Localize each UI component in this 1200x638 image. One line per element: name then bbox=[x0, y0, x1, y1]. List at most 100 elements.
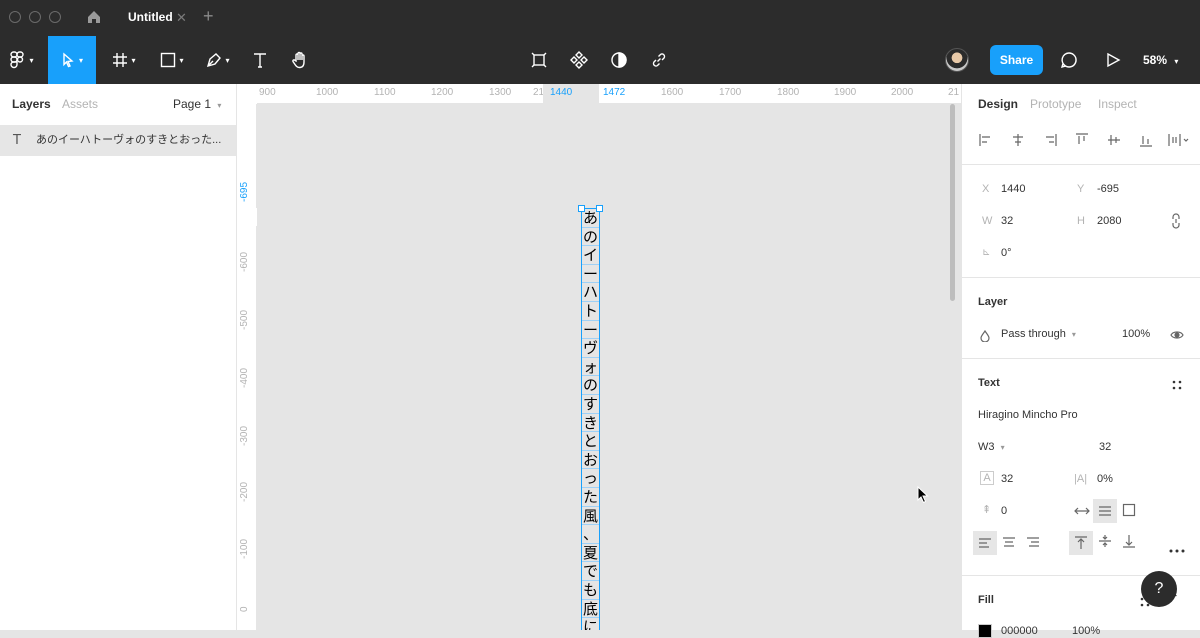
fill-opacity-input[interactable]: 100% bbox=[1072, 625, 1100, 637]
canvas[interactable]: 900 1000 1100 1200 1300 21 1440 1472 160… bbox=[237, 84, 961, 630]
align-bottom-icon[interactable] bbox=[1138, 132, 1154, 153]
font-weight-dropdown[interactable]: W3 ▾ bbox=[978, 441, 1005, 453]
constrain-proportions-icon[interactable] bbox=[1170, 213, 1182, 234]
tab-prototype[interactable]: Prototype bbox=[1030, 97, 1081, 111]
ruler-label-selected-end: 1472 bbox=[603, 87, 626, 98]
ruler-label-selected-start: 1440 bbox=[550, 87, 573, 98]
eye-icon[interactable] bbox=[1170, 328, 1184, 346]
x-input[interactable]: 1440 bbox=[1001, 183, 1025, 195]
crop-frame-icon bbox=[531, 52, 547, 68]
text-glyph: っ bbox=[582, 469, 599, 488]
share-button[interactable]: Share bbox=[990, 45, 1043, 75]
ruler-label: 900 bbox=[259, 87, 276, 98]
text-align-center-icon[interactable] bbox=[1002, 535, 1016, 553]
shape-tool-button[interactable]: ▾ bbox=[152, 36, 192, 84]
chevron-down-icon: ▾ bbox=[1000, 443, 1005, 452]
page-selector[interactable]: Page 1 ▾ bbox=[173, 97, 221, 111]
fill-swatch[interactable] bbox=[978, 624, 992, 638]
text-glyph: 底 bbox=[582, 599, 599, 619]
canvas-scrollbar[interactable] bbox=[950, 104, 955, 301]
avatar[interactable] bbox=[945, 48, 969, 72]
hand-icon bbox=[292, 51, 305, 69]
minimize-window-button[interactable] bbox=[29, 11, 41, 23]
tab-inspect[interactable]: Inspect bbox=[1098, 97, 1137, 111]
ruler-label: -300 bbox=[239, 425, 250, 446]
home-icon[interactable] bbox=[86, 9, 102, 30]
more-options-icon[interactable] bbox=[1169, 540, 1185, 558]
align-text-middle-icon[interactable] bbox=[1098, 534, 1112, 553]
text-glyph: ヴ bbox=[582, 339, 599, 358]
main-menu-button[interactable]: ▾ bbox=[0, 36, 44, 84]
width-input[interactable]: 32 bbox=[1001, 215, 1013, 227]
fill-hex-input[interactable]: 000000 bbox=[1001, 625, 1038, 637]
align-left-icon[interactable] bbox=[978, 132, 994, 153]
resize-handle-top-right[interactable] bbox=[596, 205, 603, 212]
horizontal-ruler: 900 1000 1100 1200 1300 21 1440 1472 160… bbox=[257, 84, 961, 104]
font-size-input[interactable]: 32 bbox=[1099, 441, 1111, 453]
fixed-size-icon[interactable] bbox=[1122, 503, 1136, 522]
chevron-down-icon: ▾ bbox=[131, 55, 136, 65]
present-button[interactable] bbox=[1100, 36, 1126, 84]
align-text-bottom-icon[interactable] bbox=[1122, 534, 1136, 553]
opacity-input[interactable]: 100% bbox=[1122, 328, 1150, 340]
letter-spacing-input[interactable]: 0% bbox=[1097, 473, 1113, 485]
text-align-right-icon[interactable] bbox=[1026, 535, 1040, 553]
resize-handle-top-left[interactable] bbox=[578, 205, 585, 212]
text-glyph: す bbox=[582, 395, 599, 414]
close-tab-icon[interactable]: ✕ bbox=[176, 10, 187, 26]
text-layer-icon: T bbox=[13, 133, 21, 148]
y-label: Y bbox=[1077, 183, 1085, 195]
height-input[interactable]: 2080 bbox=[1097, 215, 1121, 227]
line-height-input[interactable]: 32 bbox=[1001, 473, 1013, 485]
align-right-icon[interactable] bbox=[1042, 132, 1058, 153]
x-label: X bbox=[982, 183, 990, 195]
zoom-dropdown[interactable]: 58% ▾ bbox=[1143, 36, 1178, 84]
selected-text-layer[interactable]: あのイーハトーヴォのすきとおった風、夏でも底に bbox=[581, 208, 600, 630]
align-top-icon[interactable] bbox=[1074, 132, 1090, 153]
rectangle-icon bbox=[161, 52, 176, 68]
frame-tool-button[interactable]: ▾ bbox=[104, 36, 144, 84]
close-window-button[interactable] bbox=[9, 11, 21, 23]
layer-row[interactable]: T あのイーハトーヴォのすきとおった... bbox=[0, 125, 236, 156]
auto-height-icon[interactable] bbox=[1093, 499, 1117, 523]
text-tool-button[interactable] bbox=[246, 36, 274, 84]
rotation-input[interactable]: 0° bbox=[1001, 247, 1012, 259]
vertical-ruler: -695 -600 -500 -400 -300 -200 -100 0 bbox=[237, 104, 257, 630]
align-text-top-icon[interactable] bbox=[1069, 531, 1093, 555]
text-icon bbox=[254, 53, 266, 68]
y-input[interactable]: -695 bbox=[1097, 183, 1119, 195]
mouse-cursor-icon bbox=[917, 485, 929, 509]
chevron-down-icon: ▾ bbox=[217, 101, 222, 110]
distribute-icon[interactable] bbox=[1167, 132, 1189, 153]
paragraph-spacing-input[interactable]: 0 bbox=[1001, 505, 1007, 517]
layer-section-title: Layer bbox=[978, 296, 1008, 308]
text-glyph: ト bbox=[582, 302, 599, 321]
zoom-level: 58% bbox=[1143, 53, 1168, 67]
hand-tool-button[interactable] bbox=[286, 36, 314, 84]
component-button[interactable] bbox=[566, 36, 592, 84]
blend-mode-dropdown[interactable]: Pass through ▾ bbox=[1001, 328, 1076, 340]
align-vertical-center-icon[interactable] bbox=[1106, 132, 1122, 153]
comment-icon bbox=[1060, 52, 1077, 69]
new-tab-icon[interactable]: + bbox=[203, 6, 214, 27]
text-styles-icon[interactable] bbox=[1172, 377, 1182, 395]
text-glyph: ー bbox=[582, 320, 599, 340]
help-button[interactable]: ? bbox=[1141, 571, 1177, 607]
align-horizontal-center-icon[interactable] bbox=[1010, 132, 1026, 153]
components-button[interactable] bbox=[526, 36, 552, 84]
auto-width-icon[interactable] bbox=[1074, 503, 1090, 524]
maximize-window-button[interactable] bbox=[49, 11, 61, 23]
tab-assets[interactable]: Assets bbox=[62, 97, 98, 111]
move-tool-button[interactable]: ▾ bbox=[48, 36, 96, 84]
text-glyph: 風 bbox=[582, 506, 599, 526]
tab-layers[interactable]: Layers bbox=[12, 97, 51, 111]
link-button[interactable] bbox=[646, 36, 672, 84]
text-align-left-icon[interactable] bbox=[973, 531, 997, 555]
ruler-label: 1900 bbox=[834, 87, 857, 98]
letter-spacing-icon: |A| bbox=[1074, 473, 1088, 485]
font-family-dropdown[interactable]: Hiragino Mincho Pro bbox=[978, 409, 1078, 421]
tab-design[interactable]: Design bbox=[978, 97, 1018, 111]
pen-tool-button[interactable]: ▾ bbox=[198, 36, 238, 84]
mask-button[interactable] bbox=[606, 36, 632, 84]
comments-button[interactable] bbox=[1056, 36, 1082, 84]
